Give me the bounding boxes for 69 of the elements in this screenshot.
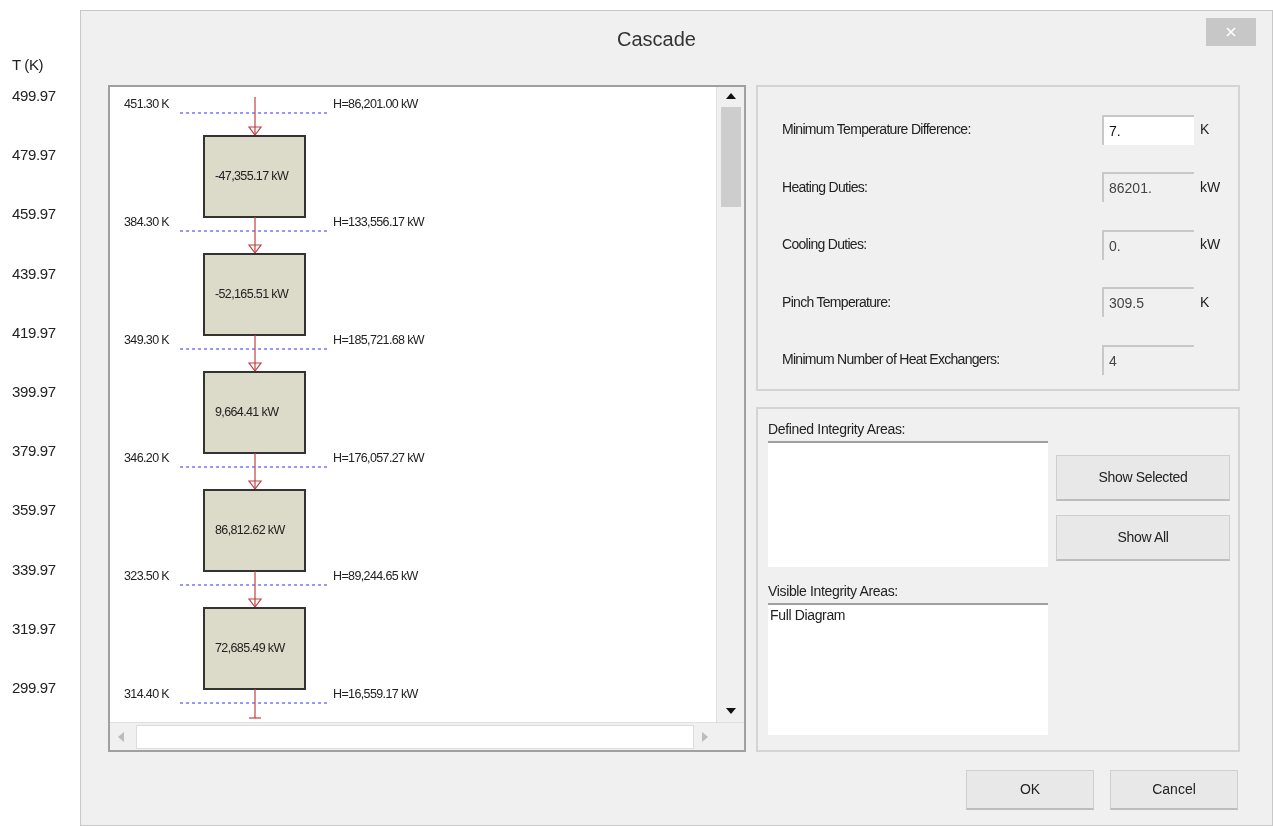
input-field[interactable]: 0. (1102, 229, 1194, 260)
field-label: Pinch Temperature: (782, 292, 892, 312)
axis-label: T (K) (12, 55, 45, 75)
flow-arrow (247, 96, 263, 136)
temperature-label: 314.40 K (124, 686, 170, 702)
flow-arrow (247, 570, 263, 608)
temperature-label: 384.30 K (124, 214, 170, 230)
dialog-button[interactable]: Cancel (1110, 770, 1238, 810)
input-field[interactable]: 4 (1102, 344, 1194, 375)
flow-arrow (247, 452, 263, 490)
temperature-label: 349.30 K (124, 332, 170, 348)
flow-arrow (248, 688, 262, 719)
flow-arrow (247, 334, 263, 372)
list-label: Visible Integrity Areas: (768, 582, 899, 601)
heat-duty-label: 86,812.62 kW (215, 522, 285, 538)
flow-arrow (247, 216, 263, 254)
axis-tick-label: 299.97 (12, 677, 57, 698)
unit-label: K (1200, 292, 1210, 312)
enthalpy-label: H=176,057.27 kW (333, 450, 425, 466)
scroll-up-icon[interactable] (725, 93, 736, 99)
close-icon (1226, 27, 1236, 37)
heat-duty-label: 72,685.49 kW (215, 640, 285, 656)
unit-label: kW (1200, 235, 1221, 255)
scroll-down-icon[interactable] (725, 708, 736, 714)
dialog-button[interactable]: Show Selected (1056, 455, 1230, 501)
axis-tick-label: 339.97 (12, 559, 57, 580)
close-button[interactable] (1206, 18, 1256, 46)
defined-areas-list[interactable] (768, 441, 1048, 567)
scrollbar-thumb[interactable] (720, 107, 741, 207)
enthalpy-label: H=86,201.00 kW (333, 96, 418, 112)
heat-duty-label: -52,165.51 kW (215, 286, 289, 302)
unit-label: kW (1200, 177, 1221, 197)
enthalpy-label: H=185,721.68 kW (333, 332, 425, 348)
heat-duty-label: 9,664.41 kW (215, 404, 279, 420)
field-label: Heating Duties: (782, 177, 869, 197)
scroll-left-icon[interactable] (118, 731, 124, 742)
field-label: Minimum Temperature Difference: (782, 120, 972, 140)
axis-tick-label: 479.97 (12, 145, 57, 166)
dialog-button[interactable]: OK (966, 770, 1094, 810)
axis-tick-label: 319.97 (12, 618, 57, 639)
temperature-label: 346.20 K (124, 450, 170, 466)
axis-tick-label: 439.97 (12, 263, 57, 284)
axis-tick-label: 499.97 (12, 86, 57, 106)
unit-label: K (1200, 120, 1210, 140)
enthalpy-label: H=16,559.17 kW (333, 686, 418, 702)
axis-tick-label: 379.97 (12, 441, 57, 462)
axis-tick-label: 419.97 (12, 322, 57, 343)
input-field[interactable]: 309.5 (1102, 287, 1194, 318)
field-label: Minimum Number of Heat Exchangers: (782, 350, 1001, 370)
temperature-label: 451.30 K (124, 96, 170, 112)
axis-tick-label: 359.97 (12, 500, 57, 521)
axis-tick-label: 459.97 (12, 204, 57, 225)
enthalpy-label: H=89,244.65 kW (333, 568, 418, 584)
input-field[interactable]: 86201. (1102, 172, 1194, 203)
window-title: Cascade (617, 26, 697, 52)
list-label: Defined Integrity Areas: (768, 420, 907, 439)
scroll-right-icon[interactable] (702, 731, 708, 742)
dialog-button[interactable]: Show All (1056, 515, 1230, 561)
input-field[interactable]: 7. (1102, 114, 1194, 145)
temperature-label: 323.50 K (124, 568, 170, 584)
axis-tick-label: 399.97 (12, 381, 57, 402)
heat-duty-label: -47,355.17 kW (215, 168, 289, 184)
horizontal-scrollbar[interactable] (110, 722, 744, 750)
enthalpy-label: H=133,556.17 kW (333, 214, 425, 230)
visible-areas-list[interactable]: Full Diagram (768, 603, 1048, 735)
field-label: Cooling Duties: (782, 235, 868, 255)
scrollbar-thumb[interactable] (136, 724, 694, 749)
vertical-scrollbar[interactable] (716, 87, 744, 722)
list-item[interactable]: Full Diagram (768, 605, 1048, 626)
